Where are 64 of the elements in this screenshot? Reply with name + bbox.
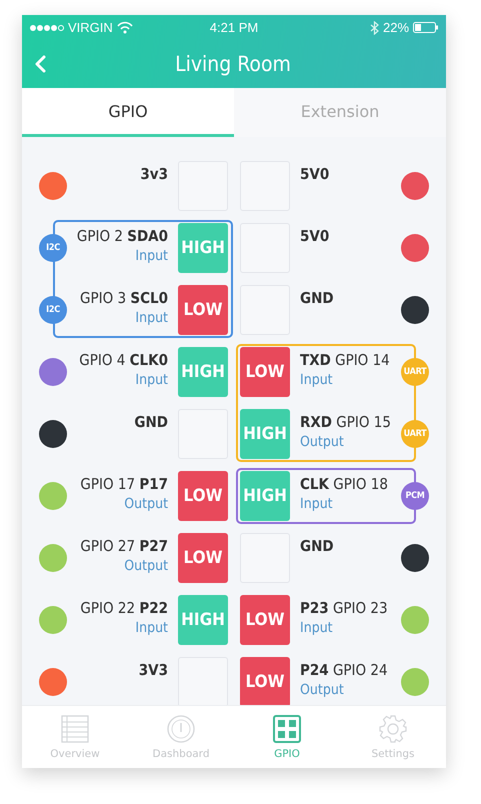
protocol-badge: UART <box>401 420 429 448</box>
pin-mode: Input <box>135 372 168 388</box>
nav-tab[interactable]: Dashboard <box>128 706 234 768</box>
pin-mode: Input <box>300 372 333 388</box>
pin-mode: Output <box>300 682 344 698</box>
pin-state-toggle[interactable]: LOW <box>240 595 290 645</box>
pin-name: GND <box>300 537 334 555</box>
pin-name: GPIO 17 P17 <box>80 475 168 493</box>
tab[interactable]: Extension <box>234 88 446 137</box>
gauge-icon <box>167 714 195 742</box>
protocol-badge: PCM <box>401 482 429 510</box>
pin-state-toggle[interactable]: HIGH <box>178 595 228 645</box>
protocol-badge: I2C <box>39 234 67 262</box>
pin-name: GPIO 3 SCL0 <box>80 289 168 307</box>
pin-mode: Output <box>300 434 344 450</box>
pin-state-toggle[interactable]: LOW <box>240 657 290 705</box>
pin-state-toggle[interactable]: LOW <box>178 471 228 521</box>
pin-state-toggle[interactable]: LOW <box>178 533 228 583</box>
pin-mode: Output <box>124 558 168 574</box>
pin-name: RXD GPIO 15 <box>300 413 391 431</box>
pin-name: GND <box>300 289 334 307</box>
pin-state-toggle[interactable]: HIGH <box>240 471 290 521</box>
protocol-badge: I2C <box>39 296 67 324</box>
pin-name: TXD GPIO 14 <box>300 351 390 369</box>
clock-time: 4:21 PM <box>210 20 258 35</box>
carrier-name: VIRGIN <box>68 20 113 35</box>
pin-name: P24 GPIO 24 <box>300 661 388 679</box>
pin-name: GND <box>134 413 168 431</box>
pin-state-toggle[interactable]: HIGH <box>178 223 228 273</box>
back-icon <box>34 55 48 73</box>
screen-title: Living Room <box>174 52 292 76</box>
pin-name: CLK GPIO 18 <box>300 475 388 493</box>
pin-state-toggle[interactable]: HIGH <box>240 409 290 459</box>
bluetooth-icon <box>370 20 379 34</box>
signal-icon <box>30 24 64 32</box>
pin-state-toggle[interactable]: LOW <box>240 347 290 397</box>
battery-icon <box>413 22 438 33</box>
battery-percent: 22% <box>382 20 410 35</box>
grid-icon <box>273 714 301 742</box>
pin-name: 3v3 <box>140 165 168 183</box>
pin-name: 3V3 <box>138 661 168 679</box>
pin-name: 5V0 <box>300 227 330 245</box>
pin-mode: Output <box>124 496 168 512</box>
pin-mode: Input <box>135 248 168 264</box>
pin-state-toggle[interactable]: HIGH <box>178 347 228 397</box>
pin-name: GPIO 4 CLK0 <box>79 351 168 369</box>
pin-mode: Input <box>300 620 333 636</box>
nav-tab[interactable]: Settings <box>340 706 446 768</box>
pin-name: GPIO 2 SDA0 <box>76 227 168 245</box>
pin-mode: Input <box>135 620 168 636</box>
pin-mode: Input <box>300 496 333 512</box>
wifi-icon <box>116 21 133 34</box>
pin-name: GPIO 27 P27 <box>80 537 168 555</box>
settings-icon <box>379 714 407 742</box>
pin-name: 5V0 <box>300 165 330 183</box>
pin-mode: Input <box>135 310 168 326</box>
nav-tab[interactable]: GPIO <box>234 706 340 768</box>
pin-name: GPIO 22 P22 <box>80 599 168 617</box>
pin-state-toggle[interactable] <box>178 657 228 705</box>
pin-name: P23 GPIO 23 <box>300 599 388 617</box>
nav-tab[interactable]: Overview <box>22 706 128 768</box>
list-icon <box>61 714 89 742</box>
pin-state-toggle[interactable]: LOW <box>178 285 228 335</box>
protocol-badge: UART <box>401 358 429 386</box>
